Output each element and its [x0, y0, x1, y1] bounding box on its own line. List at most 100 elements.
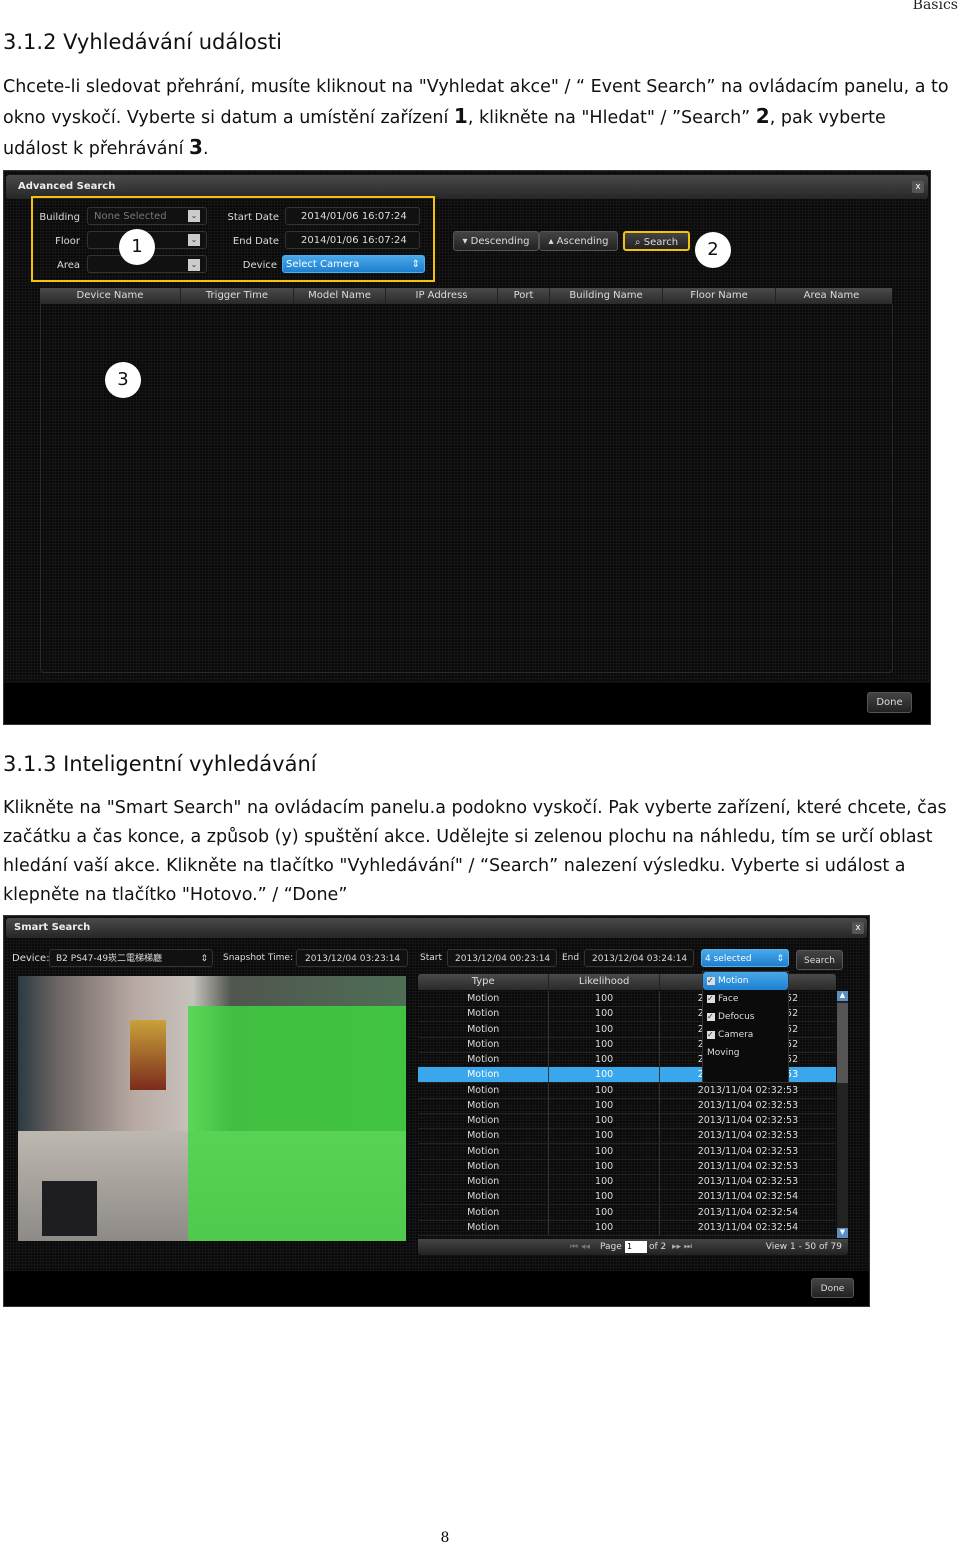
document-page: Basics 3.1.2 Vyhledávání události Chcete… [0, 0, 960, 1545]
type-cell: Motion [418, 1219, 550, 1235]
end-time-input[interactable]: 2013/12/04 03:24:14 [584, 949, 694, 967]
done-button[interactable]: Done [867, 692, 912, 713]
type-cell: Motion [418, 1174, 550, 1189]
table-row[interactable]: Motion100 2013/11/04 02:32:53 [418, 1158, 836, 1175]
table-row[interactable]: Motion100 2013/11/04 02:32:53 [418, 1143, 836, 1160]
table-row[interactable]: Motion100 2013/11/04 02:32:53 [418, 1174, 836, 1190]
chevron-down-icon[interactable]: ⌄ [188, 234, 200, 246]
search-button[interactable]: ⌕ Search [623, 231, 690, 251]
column-header[interactable]: IP Address [386, 288, 498, 304]
option-label: Motion [718, 976, 749, 986]
scroll-down-icon[interactable]: ▼ [837, 1228, 848, 1238]
label: Descending [470, 236, 530, 247]
likelihood-cell: 100 [549, 1174, 660, 1189]
column-header[interactable]: Device Name [40, 288, 181, 304]
table-row[interactable]: Motion100 2013/11/04 02:32:53 [418, 1082, 836, 1099]
search-button[interactable]: Search [796, 950, 843, 970]
next-last-page-icons[interactable]: ▸▸ ⏭ [672, 1239, 692, 1255]
type-option-face[interactable]: ✓ Face [703, 990, 788, 1008]
text: . [202, 139, 209, 159]
first-prev-page-icons[interactable]: ⏮ ◂◂ [570, 1239, 590, 1255]
device-value: B2 PS47-49崁二電梯梯廳 [56, 954, 163, 964]
chevron-down-icon[interactable]: ⌄ [188, 259, 200, 271]
camera-snapshot[interactable] [18, 976, 406, 1241]
table-row[interactable]: Motion 100 2013/11/04 02:32:54 [418, 1219, 836, 1236]
type-cell: Motion [418, 991, 550, 1006]
type-option-camera-moving[interactable]: ✓ Camera Moving [703, 1026, 788, 1058]
time-cell: 2013/11/04 02:32:53 [697, 1176, 799, 1187]
column-header[interactable]: Trigger Time [181, 288, 294, 304]
end-date-input[interactable]: 2014/01/06 16:07:24 [285, 231, 420, 249]
type-cell: Motion [418, 1021, 550, 1037]
advanced-search-window: Advanced Search x Building None Selected… [3, 170, 931, 725]
descending-button[interactable]: ▾ Descending [453, 231, 539, 251]
checkbox-icon[interactable]: ✓ [707, 1031, 715, 1039]
likelihood-cell: 100 [549, 1006, 660, 1022]
start-time-input[interactable]: 2013/12/04 00:23:14 [447, 949, 557, 967]
likelihood-cell: 100 [549, 1158, 660, 1174]
ascending-button[interactable]: ▴ Ascending [539, 231, 618, 251]
option-label: Defocus [718, 1012, 755, 1022]
checkbox-icon[interactable]: ✓ [707, 1013, 715, 1021]
page-input[interactable]: 1 [625, 1241, 647, 1253]
done-button[interactable]: Done [811, 1278, 854, 1298]
end-date-label: End Date [232, 236, 279, 247]
type-select-value: 4 selected [705, 954, 752, 964]
building-label: Building [39, 212, 80, 223]
footer-bar [4, 683, 930, 724]
close-icon[interactable]: x [852, 922, 864, 934]
marker-1: 1 [119, 229, 155, 265]
likelihood-cell: 100 [549, 1082, 660, 1098]
column-header[interactable]: Type [418, 974, 550, 990]
table-row[interactable]: Motion 100 2013/11/04 02:32:54 [418, 1204, 836, 1221]
detection-region-overlay[interactable] [188, 1006, 406, 1241]
section-heading-312: 3.1.2 Vyhledávání události [3, 30, 282, 54]
column-header[interactable]: Port [498, 288, 550, 304]
chevron-down-icon[interactable]: ⌄ [188, 210, 200, 222]
type-cell: Motion [418, 1158, 550, 1174]
column-header[interactable]: Model Name [294, 288, 386, 304]
table-row[interactable]: Motion 100 2013/11/04 02:32:54 [418, 1189, 836, 1206]
marker-2: 2 [695, 232, 731, 268]
table-row[interactable]: Motion100 2013/11/04 02:32:53 [418, 1113, 836, 1129]
page-total: of 2 [649, 1242, 667, 1252]
label: Search [643, 237, 679, 248]
type-cell: Motion [418, 1143, 550, 1159]
event-type-select[interactable]: 4 selected ⇕ [701, 949, 789, 967]
scroll-up-icon[interactable]: ▲ [837, 991, 848, 1001]
table-row[interactable]: Motion100 2013/11/04 02:32:53 [418, 1128, 836, 1145]
close-icon[interactable]: x [912, 181, 924, 193]
time-cell: 2013/11/04 02:32:53 [697, 1130, 799, 1142]
type-cell: Motion [418, 1204, 550, 1220]
column-header[interactable]: Area Name [776, 288, 887, 304]
pager-bar: ⏮ ◂◂ Page 1 of 2 ▸▸ ⏭ View 1 - 50 of 79 [418, 1239, 848, 1255]
type-option-defocus[interactable]: ✓ Defocus [703, 1008, 788, 1026]
likelihood-cell: 100 [549, 1097, 660, 1113]
type-option-motion[interactable]: ✓ Motion [703, 972, 788, 990]
start-date-input[interactable]: 2014/01/06 16:07:24 [285, 207, 420, 225]
scrollbar[interactable]: ▲ ▼ [837, 991, 848, 1238]
updown-icon: ⇕ [200, 954, 208, 964]
likelihood-cell: 100 [549, 1204, 660, 1220]
likelihood-cell: 100 [549, 1143, 660, 1159]
column-header[interactable]: Floor Name [663, 288, 776, 304]
device-select[interactable]: Select Camera ⇕ [282, 255, 425, 273]
smart-search-window: Smart Search x Device: B2 PS47-49崁二電梯梯廳 ⇕… [3, 915, 870, 1307]
search-icon: ⌕ [634, 237, 641, 248]
checkbox-icon[interactable]: ✓ [707, 995, 715, 1003]
likelihood-cell: 100 [549, 1067, 660, 1083]
column-header[interactable]: Building Name [550, 288, 663, 304]
table-row[interactable]: Motion100 2013/11/04 02:32:53 [418, 1097, 836, 1114]
scroll-thumb[interactable] [837, 1003, 848, 1083]
checkbox-icon[interactable]: ✓ [707, 977, 715, 985]
column-header[interactable]: Likelihood [549, 974, 660, 990]
section-heading-313: 3.1.3 Inteligentní vyhledávání [3, 752, 317, 776]
results-table-header: Device Name Trigger Time Model Name IP A… [40, 288, 892, 304]
paragraph-313: Klikněte na "Smart Search" na ovládacím … [3, 798, 947, 905]
snapshot-time-input[interactable]: 2013/12/04 03:23:14 [296, 949, 408, 967]
likelihood-cell: 100 [549, 1113, 660, 1128]
marker-ref: 2 [755, 104, 770, 128]
likelihood-cell: 100 [549, 1052, 660, 1067]
time-cell: 2013/11/04 02:32:53 [697, 1145, 799, 1157]
device-select[interactable]: B2 PS47-49崁二電梯梯廳 ⇕ [49, 949, 213, 967]
